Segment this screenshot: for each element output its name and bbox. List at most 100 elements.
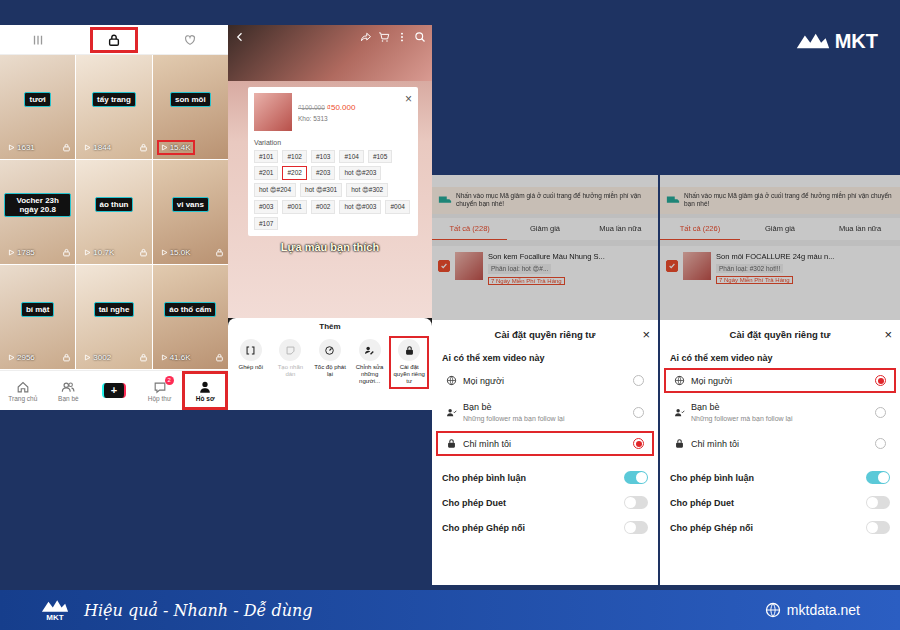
- nav-item[interactable]: 2Hộp thư: [137, 371, 183, 410]
- shop-tabs: Tất cả (226)Giảm giáMua lần nữa: [660, 218, 900, 240]
- more-icon[interactable]: [396, 31, 408, 43]
- item-checkbox[interactable]: [438, 260, 450, 272]
- shop-tab[interactable]: Giảm giá: [740, 218, 820, 240]
- visibility-option[interactable]: Chỉ mình tôi: [436, 431, 654, 456]
- option-text: Bạn bèNhững follower mà bạn follow lại: [463, 402, 565, 422]
- thumbnail-footer: 1631: [4, 140, 71, 155]
- toggle-switch[interactable]: [866, 521, 890, 534]
- variation-chip[interactable]: #201: [254, 166, 278, 180]
- video-thumbnail[interactable]: son môi15.4K: [153, 55, 228, 159]
- variation-chip[interactable]: #202: [282, 166, 306, 180]
- variation-chip[interactable]: #003: [254, 200, 278, 214]
- toggle-switch[interactable]: [624, 521, 648, 534]
- action-item[interactable]: Tạo nhãn dán: [271, 336, 311, 389]
- shop-tab[interactable]: Tất cả (228): [432, 218, 507, 240]
- back-icon[interactable]: [234, 31, 246, 43]
- variation-chip[interactable]: #002: [311, 200, 335, 214]
- truck-icon: [666, 193, 680, 207]
- share-icon[interactable]: [360, 31, 372, 43]
- variation-chip[interactable]: hot 😍#204: [254, 183, 296, 197]
- action-circle: [240, 339, 262, 361]
- radio-button[interactable]: [875, 438, 886, 449]
- nav-label: Trang chủ: [8, 395, 37, 402]
- visibility-option[interactable]: Mọi người: [664, 368, 896, 393]
- video-photo: [228, 25, 432, 81]
- nav-item[interactable]: +: [91, 371, 137, 410]
- profile-tab[interactable]: [0, 25, 76, 54]
- close-button[interactable]: ×: [642, 328, 650, 341]
- tab-highlight: [14, 27, 62, 53]
- profile-tab[interactable]: [76, 25, 152, 54]
- action-circle: [359, 339, 381, 361]
- radio-button[interactable]: [633, 438, 644, 449]
- variation-chip[interactable]: hot 😍#003: [339, 200, 381, 214]
- variation-chip[interactable]: hot 😍#301: [300, 183, 342, 197]
- video-thumbnail[interactable]: áo thổ cẩm41.6K: [153, 265, 228, 369]
- item-checkbox[interactable]: [666, 260, 678, 272]
- variation-chip[interactable]: #103: [311, 150, 335, 163]
- toggle-switch[interactable]: [624, 496, 648, 509]
- close-button[interactable]: ×: [405, 93, 412, 105]
- radio-button[interactable]: [633, 407, 644, 418]
- video-thumbnail[interactable]: tai nghe3002: [76, 265, 151, 369]
- website[interactable]: mktdata.net: [765, 602, 860, 618]
- thumbnail-caption: tẩy trang: [92, 92, 136, 107]
- action-item[interactable]: Ghép nối: [231, 336, 271, 389]
- footer-brand: MKTHiệu quả - Nhanh - Dễ dùng: [40, 598, 312, 622]
- action-item[interactable]: Chỉnh sửa những người...: [350, 336, 390, 389]
- profile-tabs: [0, 25, 228, 55]
- action-item[interactable]: Tốc độ phát lại: [310, 336, 350, 389]
- lock-icon: [215, 248, 224, 257]
- search-icon[interactable]: [414, 31, 426, 43]
- video-thumbnail[interactable]: tươi1631: [0, 55, 75, 159]
- variation-chip[interactable]: hot 😍#302: [346, 183, 388, 197]
- variation-chip[interactable]: #102: [282, 150, 306, 163]
- toggle-switch[interactable]: [866, 496, 890, 509]
- video-thumbnail[interactable]: Vocher 23h ngày 20.81785: [0, 160, 75, 264]
- toggle-switch[interactable]: [866, 471, 890, 484]
- action-item[interactable]: Cài đặt quyền riêng tư: [389, 336, 429, 389]
- visibility-option[interactable]: Bạn bèNhững follower mà bạn follow lại: [436, 395, 654, 429]
- shop-tab[interactable]: Tất cả (226): [660, 218, 740, 240]
- radio-button[interactable]: [875, 407, 886, 418]
- view-count: 41.6K: [157, 350, 195, 365]
- variation-chip[interactable]: #004: [385, 200, 409, 214]
- toggle-row: Cho phép bình luận: [432, 465, 658, 490]
- create-button[interactable]: +: [102, 383, 126, 398]
- radio-dot: [636, 441, 642, 447]
- more-sheet: ThêmGhép nốiTạo nhãn dánTốc độ phát lạiC…: [228, 318, 432, 410]
- radio-button[interactable]: [633, 375, 644, 386]
- variation-chip[interactable]: #104: [339, 150, 363, 163]
- shop-tab[interactable]: Giảm giá: [507, 218, 582, 240]
- radio-button[interactable]: [875, 375, 886, 386]
- visibility-option[interactable]: Chỉ mình tôi: [664, 431, 896, 456]
- variation-chip[interactable]: hot 😍#203: [339, 166, 381, 180]
- visibility-option[interactable]: Bạn bèNhững follower mà bạn follow lại: [664, 395, 896, 429]
- visibility-option[interactable]: Mọi người: [436, 368, 654, 393]
- video-thumbnail[interactable]: tẩy trang1844: [76, 55, 151, 159]
- variation-chip[interactable]: #105: [368, 150, 392, 163]
- video-thumbnail[interactable]: bí mật2956: [0, 265, 75, 369]
- cart-icon[interactable]: [378, 31, 390, 43]
- variation-chip[interactable]: #203: [311, 166, 335, 180]
- left-screenshots: tươi1631tẩy trang1844son môi15.4K Vocher …: [0, 25, 432, 410]
- item-name: Son kem Focallure Màu Nhung S...: [488, 252, 605, 261]
- shop-tab[interactable]: Mua lần nữa: [583, 218, 658, 240]
- variation-chip[interactable]: #001: [282, 200, 306, 214]
- globe-icon: [674, 375, 685, 386]
- shop-tab[interactable]: Mua lần nữa: [820, 218, 900, 240]
- video-thumbnail[interactable]: áo thun10.7K: [76, 160, 151, 264]
- toggle-knob: [867, 522, 878, 533]
- profile-tab[interactable]: [152, 25, 228, 54]
- variation-chip[interactable]: #107: [254, 217, 278, 230]
- variation-chip[interactable]: #101: [254, 150, 278, 163]
- video-thumbnail[interactable]: vi vans15.0K: [153, 160, 228, 264]
- toggle-switch[interactable]: [624, 471, 648, 484]
- view-count: 15.4K: [157, 140, 195, 155]
- toggle-label: Cho phép Duet: [442, 498, 506, 508]
- close-button[interactable]: ×: [884, 328, 892, 341]
- nav-item[interactable]: Trang chủ: [0, 371, 46, 410]
- thumbnail-caption: tai nghe: [94, 302, 135, 317]
- nav-item[interactable]: Bạn bè: [46, 371, 92, 410]
- nav-item[interactable]: Hồ sơ: [182, 371, 228, 410]
